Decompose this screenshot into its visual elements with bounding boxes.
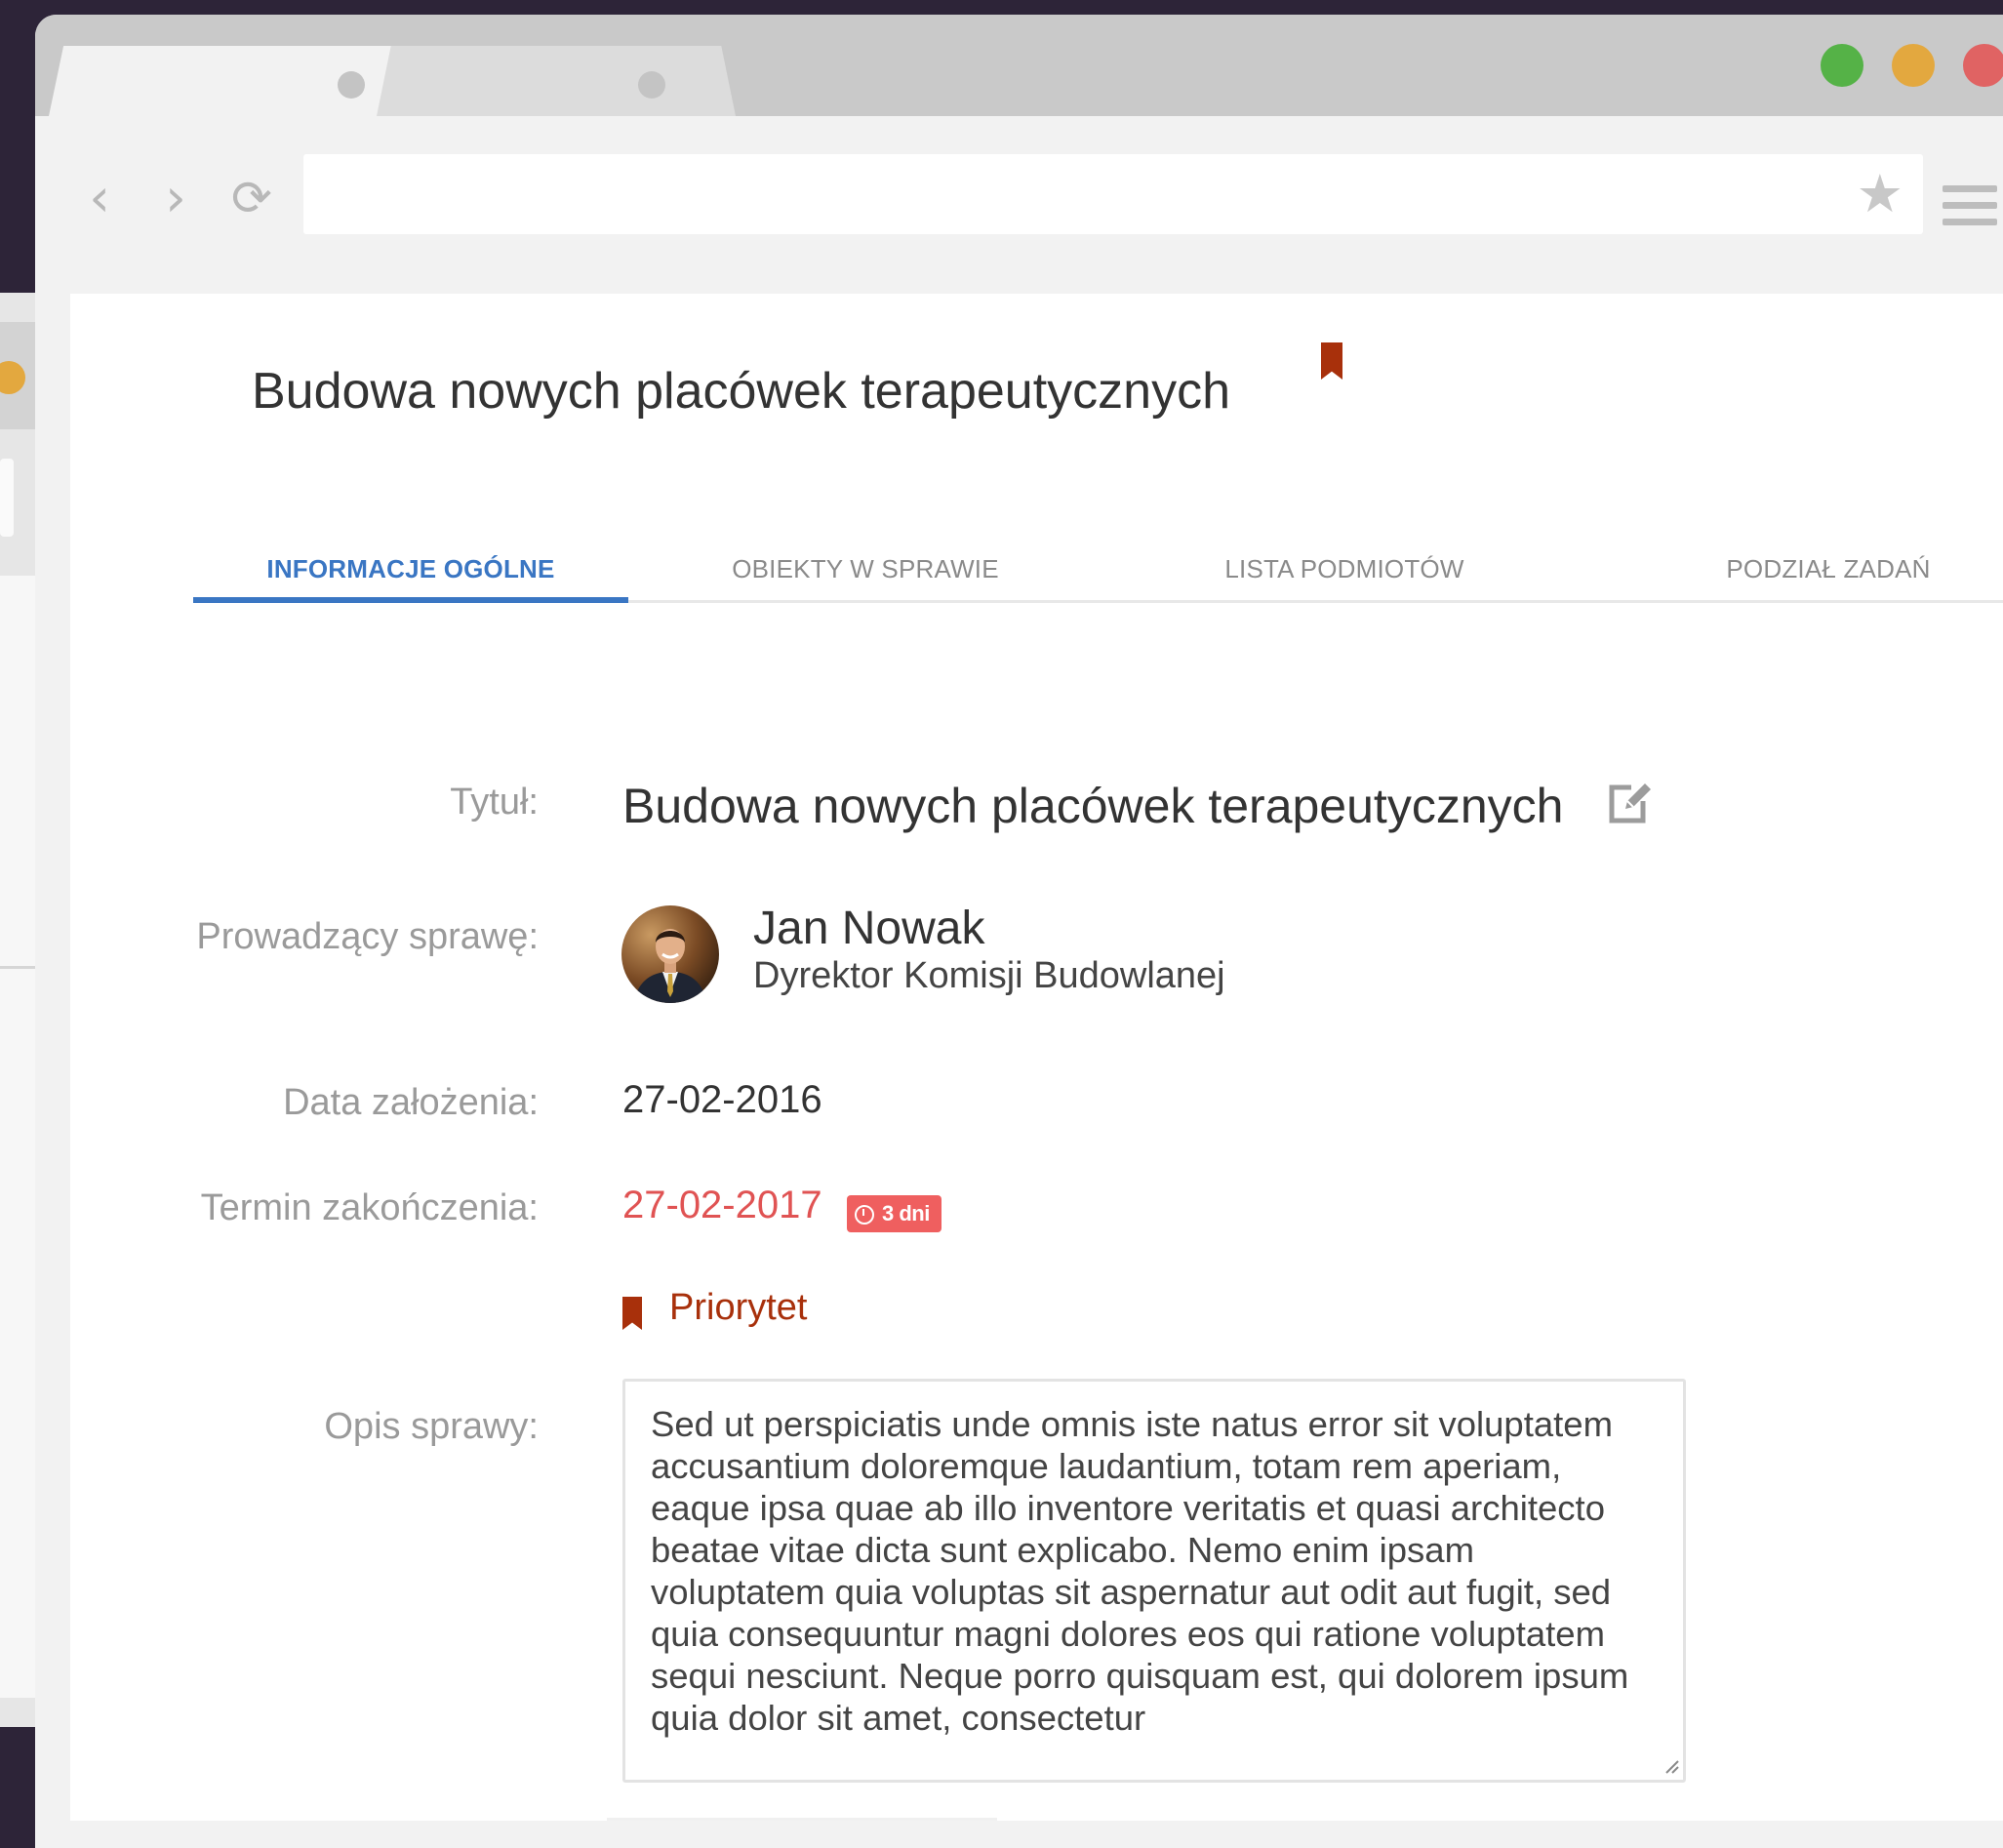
description-textarea[interactable]: Sed ut perspiciatis unde omnis iste natu… [622, 1379, 1686, 1783]
deadline-badge-text: 3 dni [882, 1201, 930, 1225]
edit-icon[interactable] [1606, 778, 1655, 826]
title-value: Budowa nowych placówek terapeutycznych [622, 779, 1564, 833]
bookmark-icon[interactable] [1321, 342, 1342, 380]
browser-window: ‹ › ⟳ ★ Budowa nowych placówek terapeuty… [35, 15, 2003, 1848]
star-icon[interactable]: ★ [1857, 168, 1903, 221]
resize-handle-icon[interactable] [1662, 1757, 1680, 1775]
tab-podzial-zadan[interactable]: PODZIAŁ ZADAŃ [1586, 538, 2003, 600]
reload-icon[interactable]: ⟳ [230, 174, 273, 222]
divider [607, 1818, 997, 1821]
status-badge: 3 dni [847, 1195, 941, 1232]
window-maximize-button[interactable] [1821, 44, 1863, 87]
chevron-left-icon[interactable]: ‹ [78, 172, 121, 224]
created-date-label: Data założenia: [283, 1082, 539, 1123]
active-tab-indicator [193, 597, 628, 603]
clock-icon [855, 1205, 874, 1225]
avatar [621, 905, 719, 1003]
deadline-label: Termin zakończenia: [200, 1187, 539, 1228]
created-date-value: 27-02-2016 [622, 1078, 822, 1121]
owner-name: Jan Nowak [753, 903, 985, 954]
hamburger-menu-icon[interactable] [1943, 185, 1997, 235]
description-label: Opis sprawy: [324, 1406, 539, 1447]
tab-close-icon[interactable] [338, 71, 365, 99]
title-label: Tytuł: [450, 782, 539, 823]
browser-toolbar: ‹ › ⟳ ★ [35, 116, 2003, 280]
tab-informacje-ogolne[interactable]: INFORMACJE OGÓLNE [193, 538, 628, 600]
chevron-right-icon[interactable]: › [154, 172, 197, 224]
deadline-value: 27-02-2017 [622, 1184, 822, 1226]
tab-strip [35, 15, 2003, 116]
owner-label: Prowadzący sprawę: [196, 916, 539, 957]
address-bar[interactable]: ★ [303, 154, 1923, 234]
tab-lista-podmiotow[interactable]: LISTA PODMIOTÓW [1102, 538, 1586, 600]
priority-bookmark-icon [622, 1297, 642, 1330]
background-address-bar [0, 459, 14, 537]
browser-tab-active[interactable] [49, 46, 418, 116]
tab-close-icon[interactable] [638, 71, 665, 99]
browser-tab-inactive[interactable] [377, 46, 736, 116]
priority-label: Priorytet [669, 1287, 808, 1328]
page-tabs: INFORMACJE OGÓLNE OBIEKTY W SPRAWIE LIST… [193, 538, 2003, 603]
page-content: Budowa nowych placówek terapeutycznych I… [70, 294, 2003, 1821]
page-title: Budowa nowych placówek terapeutycznych [252, 363, 1231, 420]
window-minimize-button[interactable] [1892, 44, 1935, 87]
owner-role: Dyrektor Komisji Budowlanej [753, 955, 1225, 996]
tab-obiekty-w-sprawie[interactable]: OBIEKTY W SPRAWIE [628, 538, 1102, 600]
window-close-button[interactable] [1963, 44, 2003, 87]
